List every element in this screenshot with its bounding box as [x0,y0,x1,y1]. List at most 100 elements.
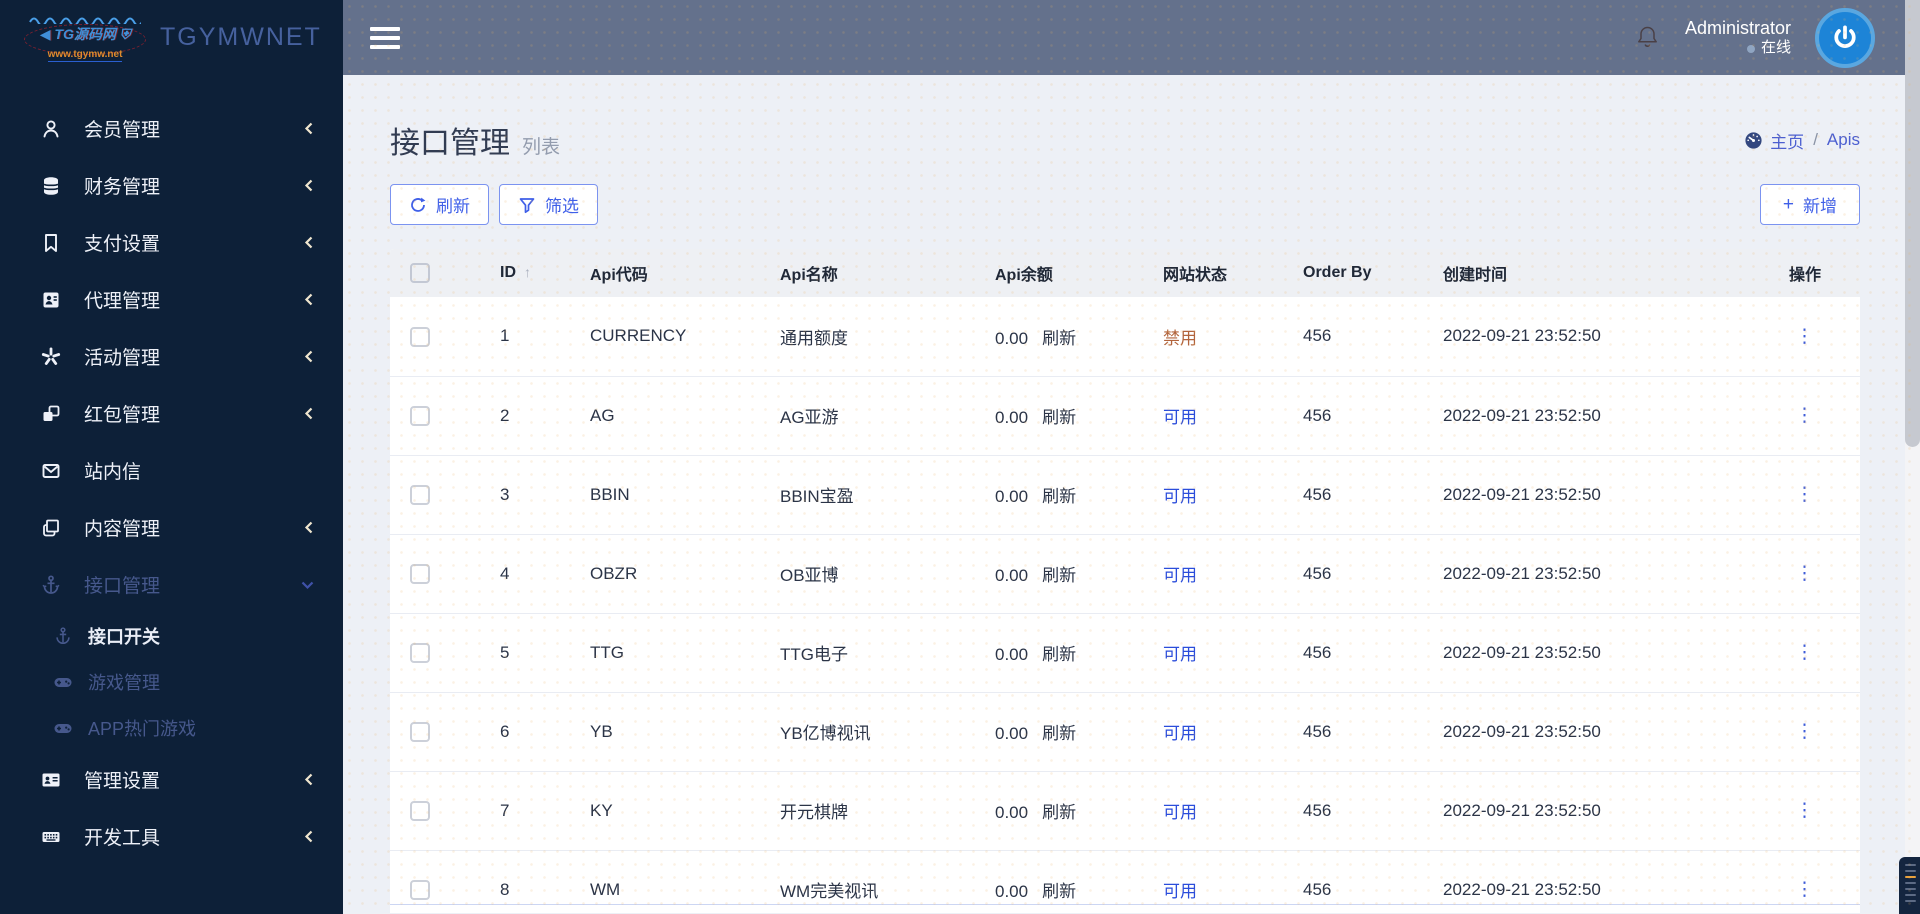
cell-order: 456 [1303,879,1332,899]
horizontal-scroll-track[interactable] [390,904,1860,913]
sidebar-item-label: 支付设置 [84,234,161,255]
sidebar-item-members[interactable]: 会员管理 [0,100,343,157]
sidebar-item-agent[interactable]: 代理管理 [0,271,343,328]
sidebar-subitem-app-hot-games[interactable]: APP热门游戏 [0,705,343,751]
sidebar-item-mail[interactable]: 站内信 [0,442,343,499]
sidebar-item-api[interactable]: 接口管理 [0,556,343,613]
col-api-balance: Api余额 [995,267,1053,284]
keyboard-icon [40,826,62,848]
anchor-icon [40,574,62,596]
cell-id: 3 [500,484,510,504]
cell-api-name: TTG电子 [780,645,848,664]
scroll-minimap-widget[interactable] [1899,857,1920,914]
red-packet-icon [40,403,62,425]
sidebar-toggle-button[interactable] [370,26,400,49]
table-row: 3 BBIN BBIN宝盈 0.00 刷新 可用 456 2022-09-21 2… [390,455,1860,534]
user-status-label: 在线 [1760,39,1791,57]
cell-api-name: 开元棋牌 [780,803,848,822]
balance-refresh-link[interactable]: 刷新 [1042,487,1076,506]
status-badge[interactable]: 可用 [1163,803,1197,822]
status-badge[interactable]: 可用 [1163,487,1197,506]
cell-id: 7 [500,800,510,820]
sidebar-item-red-packet[interactable]: 红包管理 [0,385,343,442]
row-actions-menu-icon[interactable]: ⋮ [1795,326,1815,347]
chevron-left-icon [303,520,315,535]
chevron-left-icon [303,349,315,364]
balance-refresh-link[interactable]: 刷新 [1042,408,1076,427]
balance-refresh-link[interactable]: 刷新 [1042,803,1076,822]
balance-refresh-link[interactable]: 刷新 [1042,724,1076,743]
row-actions-menu-icon[interactable]: ⋮ [1795,642,1815,663]
cell-order: 456 [1303,563,1332,583]
status-badge[interactable]: 可用 [1163,408,1197,427]
plus-icon: + [1782,194,1794,215]
cell-created: 2022-09-21 23:52:50 [1443,879,1601,899]
status-badge[interactable]: 禁用 [1163,329,1197,348]
sidebar-item-label: 财务管理 [84,177,161,198]
user-info[interactable]: Administrator 在线 [1685,17,1791,58]
cell-api-name: BBIN宝盈 [780,487,854,506]
sidebar-item-payment[interactable]: 支付设置 [0,214,343,271]
refresh-button[interactable]: 刷新 [390,184,489,225]
row-actions-menu-icon[interactable]: ⋮ [1795,563,1815,584]
row-checkbox[interactable] [410,879,430,900]
col-id[interactable]: ID ↑ [480,249,570,297]
balance-refresh-link[interactable]: 刷新 [1042,882,1076,901]
sail-icon: ⛨ [115,26,131,42]
chevron-left-icon [303,406,315,421]
sidebar-subitem-game-management[interactable]: 游戏管理 [0,659,343,705]
chevron-left-icon [303,772,315,787]
breadcrumb-current[interactable]: Apis [1827,130,1860,150]
database-icon [40,175,62,197]
toolbar: 刷新 筛选 + 新增 [390,184,1860,225]
status-badge[interactable]: 可用 [1163,882,1197,901]
row-actions-menu-icon[interactable]: ⋮ [1795,721,1815,742]
balance-refresh-link[interactable]: 刷新 [1042,329,1076,348]
select-all-checkbox[interactable] [410,263,430,283]
row-checkbox[interactable] [410,405,430,426]
row-checkbox[interactable] [410,721,430,742]
cell-api-name: 通用额度 [780,328,848,348]
table-row: 2 AG AG亚游 0.00 刷新 可用 456 2022-09-21 23:52… [390,376,1860,455]
cell-api-code: BBIN [590,484,630,504]
row-actions-menu-icon[interactable]: ⋮ [1795,879,1815,900]
dashboard-icon [1745,131,1762,149]
row-actions-menu-icon[interactable]: ⋮ [1795,405,1815,426]
table-row: 1 CURRENCY 通用额度 0.00 刷新 禁用 456 2022-09-21… [390,297,1860,376]
row-checkbox[interactable] [410,326,430,347]
status-badge[interactable]: 可用 [1163,724,1197,743]
row-actions-menu-icon[interactable]: ⋮ [1795,484,1815,505]
page-title: 接口管理 [390,127,510,160]
sidebar-item-content[interactable]: 内容管理 [0,499,343,556]
breadcrumb-separator: / [1813,130,1818,149]
sidebar-item-activity[interactable]: 活动管理 [0,328,343,385]
avatar-power-button[interactable] [1815,7,1875,68]
vertical-scrollbar-thumb[interactable] [1905,0,1920,447]
balance-refresh-link[interactable]: 刷新 [1042,645,1076,664]
breadcrumb-home-link[interactable]: 主页 [1744,128,1804,153]
sidebar-item-dev-tools[interactable]: 开发工具 [0,808,343,865]
filter-button[interactable]: 筛选 [499,184,598,225]
add-button[interactable]: + 新增 [1759,184,1860,225]
chevron-left-icon [303,235,315,250]
notification-bell-icon[interactable] [1634,23,1661,52]
row-actions-menu-icon[interactable]: ⋮ [1795,800,1815,821]
balance-refresh-link[interactable]: 刷新 [1042,566,1076,585]
col-order-by: Order By [1303,264,1372,281]
status-badge[interactable]: 可用 [1163,566,1197,585]
row-checkbox[interactable] [410,563,430,584]
sidebar-item-admin-settings[interactable]: 管理设置 [0,751,343,808]
row-checkbox[interactable] [410,642,430,663]
brand-logo[interactable]: ◀ TG源码网 ⛨ www.tgymw.net TGYMWNET [0,0,343,75]
table-header-row: ID ↑ Api代码 Api名称 Api余额 网站状态 Order By 创建时间… [390,249,1860,297]
row-checkbox[interactable] [410,800,430,821]
sidebar-subitem-api-switch[interactable]: 接口开关 [0,613,343,659]
sidebar-item-label: 站内信 [84,462,142,483]
cell-id: 8 [500,879,510,899]
sidebar-item-finance[interactable]: 财务管理 [0,157,343,214]
status-badge[interactable]: 可用 [1163,645,1197,664]
cell-id: 2 [500,405,510,425]
cell-created: 2022-09-21 23:52:50 [1443,563,1601,583]
row-checkbox[interactable] [410,484,430,505]
filter-funnel-icon [519,197,535,213]
